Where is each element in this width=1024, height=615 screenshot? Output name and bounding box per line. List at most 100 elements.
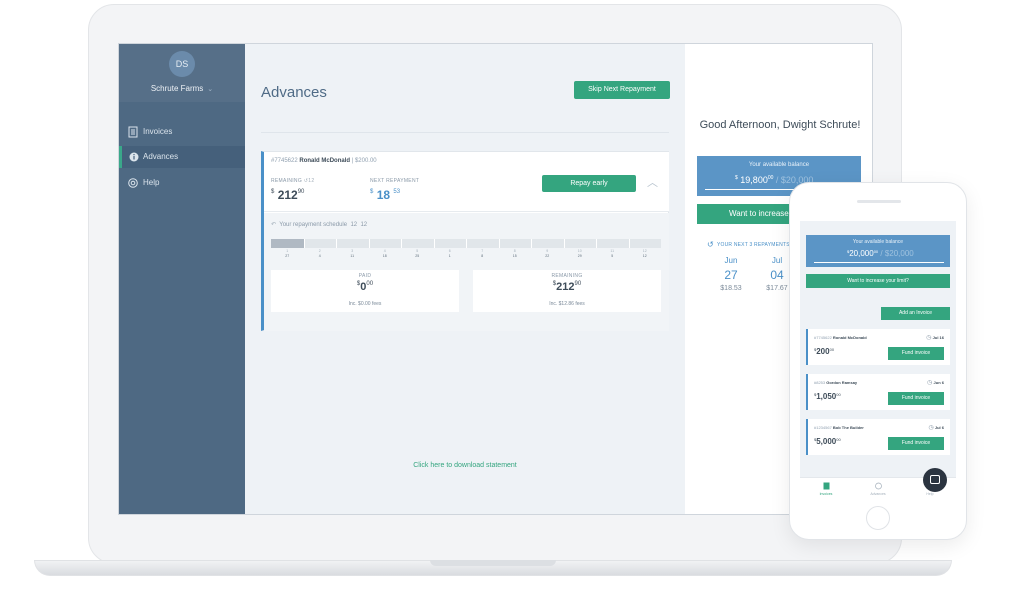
tick-day: 1 bbox=[448, 254, 451, 258]
tab-label: Help bbox=[926, 492, 934, 496]
mobile-balance-caption: Your available balance bbox=[852, 239, 904, 245]
next-repayments-label: ↺ YOUR NEXT 3 REPAYMENTS bbox=[707, 240, 790, 249]
info-icon bbox=[129, 152, 139, 162]
fund-invoice-button[interactable]: Fund invoice bbox=[888, 392, 944, 405]
tab-advances[interactable]: Advances bbox=[852, 478, 904, 501]
invoice-date: ◷ Jul 6 bbox=[929, 424, 945, 431]
history-icon: ↶ bbox=[271, 222, 277, 228]
schedule-progress-bar bbox=[271, 239, 661, 248]
invoice-date-text: Jul 16 bbox=[932, 335, 944, 340]
invoice-name: Gordon Ramsay bbox=[826, 380, 858, 385]
schedule-tick: 61 bbox=[442, 249, 458, 259]
phone-screen: Your available balance $20,00000 / $20,0… bbox=[800, 221, 956, 501]
invoice-id: #1234567 bbox=[814, 425, 832, 430]
invoice-card: #8253 Gordon Ramsay ◷ Jun 6 $1,05000 Fun… bbox=[806, 374, 950, 410]
invoice-meta: #7745622 Ronald McDonald bbox=[814, 335, 867, 340]
sidebar-item-invoices[interactable]: Invoices bbox=[119, 121, 245, 143]
sidebar-item-label: Advances bbox=[143, 152, 179, 161]
paid-cents: 00 bbox=[366, 281, 374, 287]
advances-panel: Advances Skip Next Repayment #7745622 Ro… bbox=[245, 44, 685, 514]
paid-amount: $000 bbox=[271, 281, 459, 293]
invoice-date-text: Jul 6 bbox=[934, 425, 944, 430]
sidebar-item-label: Invoices bbox=[143, 127, 173, 136]
invoice-cents: 00 bbox=[836, 392, 841, 397]
remaining-amount: $ 21290 bbox=[271, 188, 304, 202]
tick-day: 29 bbox=[577, 254, 582, 258]
clock-icon: ◷ bbox=[926, 335, 932, 341]
tick-day: 11 bbox=[350, 254, 355, 258]
tick-day: 25 bbox=[415, 254, 420, 258]
avatar[interactable]: DS bbox=[169, 51, 195, 77]
greeting: Good Afternoon, Dwight Schrute! bbox=[699, 119, 861, 131]
fund-invoice-button[interactable]: Fund invoice bbox=[888, 347, 944, 360]
progress-segment-divider bbox=[596, 239, 597, 248]
schedule-count-total: 12 bbox=[360, 222, 368, 228]
skip-repayment-button[interactable]: Skip Next Repayment bbox=[574, 81, 670, 99]
company-switcher[interactable]: Schrute Farms ⌄ bbox=[119, 84, 245, 93]
laptop-screen: DS Schrute Farms ⌄ Invoices Advances Help… bbox=[118, 43, 873, 515]
chevron-up-icon[interactable]: ︿ bbox=[647, 174, 658, 190]
remaining-box-whole: 212 bbox=[556, 281, 575, 293]
schedule-tick: 24 bbox=[312, 249, 328, 259]
currency-sign: $ bbox=[735, 175, 738, 181]
help-icon bbox=[128, 178, 138, 188]
account-header[interactable]: DS Schrute Farms ⌄ bbox=[119, 44, 245, 102]
mobile-balance-limit: / $20,000 bbox=[880, 249, 914, 258]
tab-label: Invoices bbox=[819, 492, 833, 496]
mobile-balance-bar bbox=[814, 262, 944, 263]
device-mockup: DS Schrute Farms ⌄ Invoices Advances Help… bbox=[0, 0, 1024, 615]
invoice-meta: #1234567 Bob The Builder bbox=[814, 425, 864, 430]
sidebar-item-advances[interactable]: Advances bbox=[119, 146, 245, 168]
remaining-label-text: REMAINING bbox=[271, 178, 303, 184]
add-invoice-button[interactable]: Add an Invoice bbox=[881, 307, 950, 320]
phone-home-button bbox=[866, 506, 890, 530]
schedule-label: ↶ Your repayment schedule 12 12 bbox=[271, 221, 367, 228]
tick-day: 18 bbox=[382, 254, 387, 258]
remaining-label: REMAINING ↺12 bbox=[271, 178, 314, 184]
schedule-tick: 5 25 bbox=[409, 249, 425, 259]
sidebar: DS Schrute Farms ⌄ Invoices Advances Help bbox=[119, 44, 245, 514]
invoice-date: ◷ Jun 6 bbox=[927, 379, 944, 386]
history-icon: ↺ bbox=[707, 240, 714, 249]
tick-day: 22 bbox=[545, 254, 550, 258]
chat-icon bbox=[930, 475, 940, 484]
sidebar-item-help[interactable]: Help bbox=[119, 172, 245, 194]
advance-card: #7745622 Ronald McDonald | $200.00 REMAI… bbox=[261, 151, 669, 331]
next-repayment-label: NEXT REPAYMENT bbox=[370, 178, 420, 184]
repayment-month: Jun bbox=[724, 256, 738, 265]
tick-day: 12 bbox=[642, 254, 647, 258]
next-whole: 18 bbox=[376, 188, 391, 202]
tab-invoices[interactable]: Invoices bbox=[800, 478, 852, 501]
tick-day: 5 bbox=[611, 254, 614, 258]
schedule-tick: 78 bbox=[474, 249, 490, 259]
paid-fees: Inc. $0.00 fees bbox=[348, 301, 382, 307]
page-title: Advances bbox=[261, 84, 327, 101]
remaining-box-label: REMAINING bbox=[551, 273, 583, 279]
progress-segment-divider bbox=[401, 239, 402, 248]
laptop-notch bbox=[430, 560, 556, 566]
advance-amount: $200.00 bbox=[354, 158, 377, 164]
tick-day: 27 bbox=[285, 254, 290, 258]
divider bbox=[261, 132, 669, 133]
progress-segment-divider bbox=[531, 239, 532, 248]
progress-segment-divider bbox=[368, 239, 370, 248]
download-statement-link[interactable]: Click here to download statement bbox=[245, 462, 685, 469]
repay-early-button[interactable]: Repay early bbox=[542, 175, 636, 192]
invoice-icon bbox=[128, 126, 138, 138]
remaining-box-cents: 90 bbox=[574, 281, 582, 287]
company-name: Schrute Farms bbox=[150, 84, 204, 93]
progress-segment-divider bbox=[303, 239, 305, 248]
invoice-name: Bob The Builder bbox=[832, 425, 864, 430]
next-repayment-amount: $ 18 53 bbox=[370, 188, 400, 202]
remaining-count: ↺12 bbox=[303, 178, 315, 184]
fund-invoice-button[interactable]: Fund invoice bbox=[888, 437, 944, 450]
clock-icon: ◷ bbox=[928, 425, 934, 431]
invoice-amount: $5,00000 bbox=[814, 437, 841, 446]
mobile-balance-card: Your available balance $20,00000 / $20,0… bbox=[806, 235, 950, 267]
mobile-increase-limit-button[interactable]: Want to increase your limit? bbox=[806, 274, 950, 288]
invoice-amount: $1,05000 bbox=[814, 392, 841, 401]
balance-cents: 00 bbox=[767, 175, 774, 181]
mobile-balance-value: $20,00000 / $20,000 bbox=[847, 249, 914, 258]
schedule-tick: 12 12 bbox=[637, 249, 653, 259]
chat-button[interactable] bbox=[923, 468, 947, 492]
